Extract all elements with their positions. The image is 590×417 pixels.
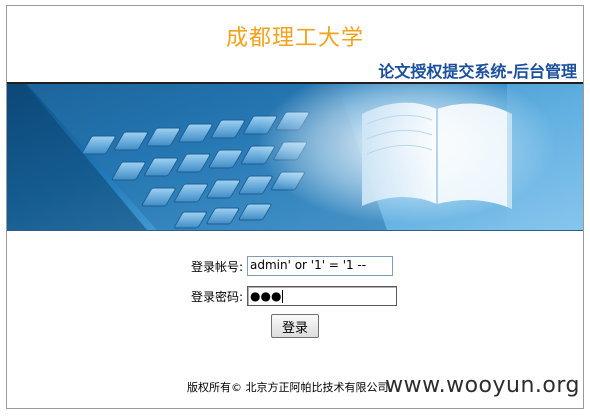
system-title: 论文授权提交系统-后台管理 — [378, 62, 577, 81]
university-name: 成都理工大学 — [225, 26, 364, 51]
text-caret — [282, 290, 284, 303]
username-input[interactable]: admin' or '1' = '1 -- — [247, 256, 393, 276]
password-row: 登录密码: ●●● — [181, 286, 397, 306]
username-value: admin' or '1' = '1 -- — [250, 258, 367, 272]
copyright-text: 版权所有© 北京方正阿帕比技术有限公司 — [187, 381, 389, 394]
header: 成都理工大学 论文授权提交系统-后台管理 — [7, 6, 583, 82]
keyboard-and-open-book-icon — [7, 84, 583, 230]
page-frame: 成都理工大学 论文授权提交系统-后台管理 登录帐号: admin' or '1'… — [6, 5, 584, 409]
login-button[interactable]: 登录 — [271, 314, 319, 338]
password-mask: ●●● — [250, 289, 282, 303]
username-label: 登录帐号: — [190, 259, 243, 274]
watermark: www.wooyun.org — [385, 373, 580, 398]
banner-image — [7, 84, 583, 230]
username-row: 登录帐号: admin' or '1' = '1 -- — [181, 256, 393, 276]
password-input[interactable]: ●●● — [247, 286, 397, 306]
password-label: 登录密码: — [190, 289, 243, 304]
